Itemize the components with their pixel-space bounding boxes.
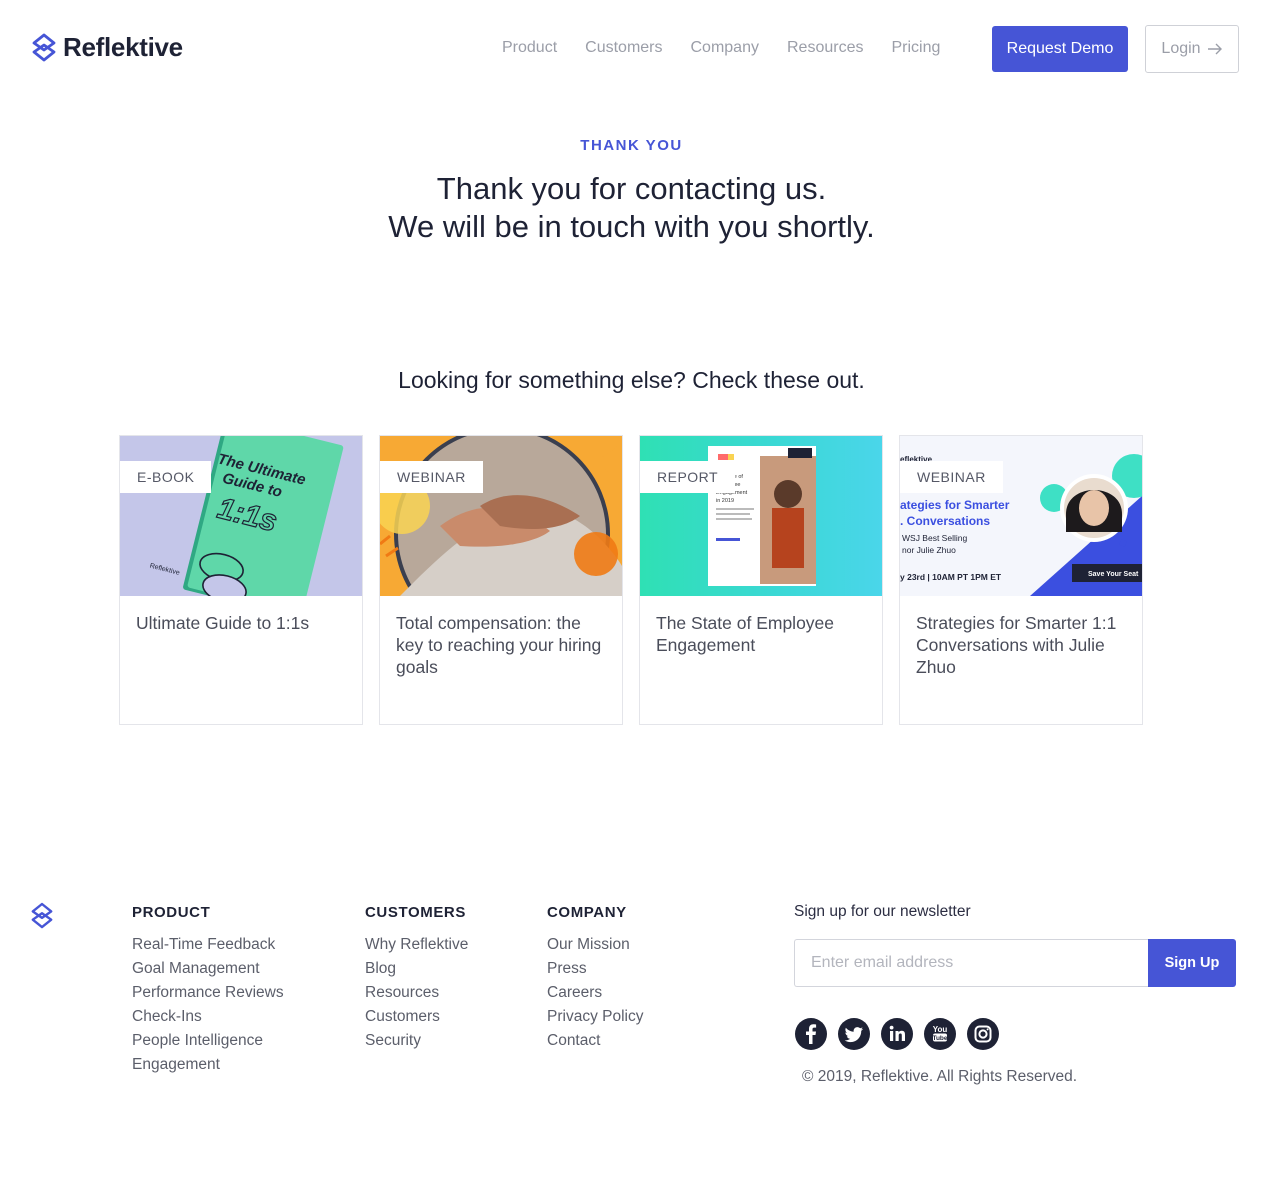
card-title: Ultimate Guide to 1:1s [136,613,310,633]
login-label: Login [1161,40,1201,57]
linkedin-icon[interactable] [881,1018,913,1050]
footer-link[interactable]: Real-Time Feedback [132,933,284,957]
card-tag: WEBINAR [900,461,1003,493]
footer-link[interactable]: Resources [365,981,468,1005]
thank-you-eyebrow: THANK YOU [580,137,683,154]
footer-link[interactable]: Why Reflektive [365,933,468,957]
newsletter-label: Sign up for our newsletter [794,903,971,920]
footer-link[interactable]: Customers [365,1005,468,1029]
svg-text:You: You [933,1025,948,1034]
nav-resources[interactable]: Resources [787,39,863,57]
footer-heading: PRODUCT [132,904,211,921]
instagram-icon[interactable] [967,1018,999,1050]
card-tag: REPORT [640,461,736,493]
site-header: Reflektive Product Customers Company Res… [0,0,1263,96]
login-button[interactable]: Login [1145,25,1239,73]
ebook-cover-art: The Ultimate Guide to 1:1s Reflektive [120,436,362,596]
card-tag: WEBINAR [380,461,483,493]
nav-pricing[interactable]: Pricing [891,39,940,57]
facebook-icon[interactable] [795,1018,827,1050]
arrow-right-icon [1207,43,1222,55]
footer-heading: CUSTOMERS [365,904,466,921]
card-title: The State of Employee Engagement [656,613,835,655]
julie-zhuo-thumbnail: Save Your Seat eflektive ategies for Sma… [900,436,1142,596]
footer-link[interactable]: Engagement [132,1053,284,1077]
footer-column-company: COMPANY Our Mission Press Careers Privac… [547,904,643,1053]
footer-link[interactable]: Privacy Policy [547,1005,643,1029]
card-title: Strategies for Smarter 1:1 Conversations… [916,613,1117,677]
youtube-icon[interactable]: You Tube [924,1018,956,1050]
footer-link[interactable]: Press [547,957,643,981]
more-resources-title: Looking for something else? Check these … [398,367,865,393]
report-cover-art: State of Employee Engagement in 2019 [708,446,816,586]
ebook-thumbnail: The Ultimate Guide to 1:1s Reflektive E-… [120,436,362,596]
svg-text:Tube: Tube [932,1035,947,1042]
footer-heading: COMPANY [547,904,627,921]
footer-link[interactable]: Security [365,1029,468,1053]
banner-headline-1: ategies for Smarter [900,498,1010,512]
nav-company[interactable]: Company [691,39,759,57]
social-links: You Tube [795,1018,999,1050]
footer-link[interactable]: Blog [365,957,468,981]
brand-logo-link[interactable]: Reflektive [31,32,183,63]
banner-headline-2: . Conversations [900,514,990,528]
twitter-icon[interactable] [838,1018,870,1050]
footer-column-product: PRODUCT Real-Time Feedback Goal Manageme… [132,904,284,1077]
footer-link[interactable]: Goal Management [132,957,284,981]
reflektive-logo-icon [32,33,56,61]
banner-cta: Save Your Seat [1088,571,1139,578]
resource-card-ebook[interactable]: The Ultimate Guide to 1:1s Reflektive E-… [119,435,363,725]
nav-product[interactable]: Product [502,39,557,57]
resource-cards: The Ultimate Guide to 1:1s Reflektive E-… [119,435,1143,725]
resource-card-webinar-compensation[interactable]: WEBINAR Total compensation: the key to r… [379,435,623,725]
banner-sub-1: WSJ Best Selling [902,533,967,543]
card-tag: E-BOOK [120,461,212,493]
footer-link[interactable]: Careers [547,981,643,1005]
footer-logo-icon[interactable] [30,902,54,930]
report-thumbnail: State of Employee Engagement in 2019 REP… [640,436,882,596]
footer-column-customers: CUSTOMERS Why Reflektive Blog Resources … [365,904,468,1053]
footer-link[interactable]: Contact [547,1029,643,1053]
report-doc-line-4: in 2019 [716,498,734,504]
hero-title: Thank you for contacting us. We will be … [0,170,1263,246]
resource-card-report[interactable]: State of Employee Engagement in 2019 REP… [639,435,883,725]
hero-line-2: We will be in touch with you shortly. [388,209,875,244]
footer-link[interactable]: Performance Reviews [132,981,284,1005]
copyright-text: © 2019, Reflektive. All Rights Reserved. [802,1068,1078,1085]
footer-link[interactable]: Check-Ins [132,1005,284,1029]
banner-date: y 23rd | 10AM PT 1PM ET [900,572,1002,582]
newsletter-email-input[interactable] [794,939,1149,987]
request-demo-button[interactable]: Request Demo [992,26,1128,72]
banner-sub-2: nor Julie Zhuo [902,545,956,555]
webinar-banner-art: Save Your Seat eflektive ategies for Sma… [900,436,1142,596]
hero-line-1: Thank you for contacting us. [436,171,827,206]
footer-link[interactable]: Our Mission [547,933,643,957]
card-title: Total compensation: the key to reaching … [396,613,602,677]
resource-card-webinar-julie-zhuo[interactable]: Save Your Seat eflektive ategies for Sma… [899,435,1143,725]
main-nav: Product Customers Company Resources Pric… [502,39,940,57]
handshake-thumbnail: WEBINAR [380,436,622,596]
newsletter-signup-button[interactable]: Sign Up [1148,939,1236,987]
footer-link[interactable]: People Intelligence [132,1029,284,1053]
nav-customers[interactable]: Customers [585,39,662,57]
brand-name: Reflektive [63,32,183,62]
handshake-art [380,436,622,596]
